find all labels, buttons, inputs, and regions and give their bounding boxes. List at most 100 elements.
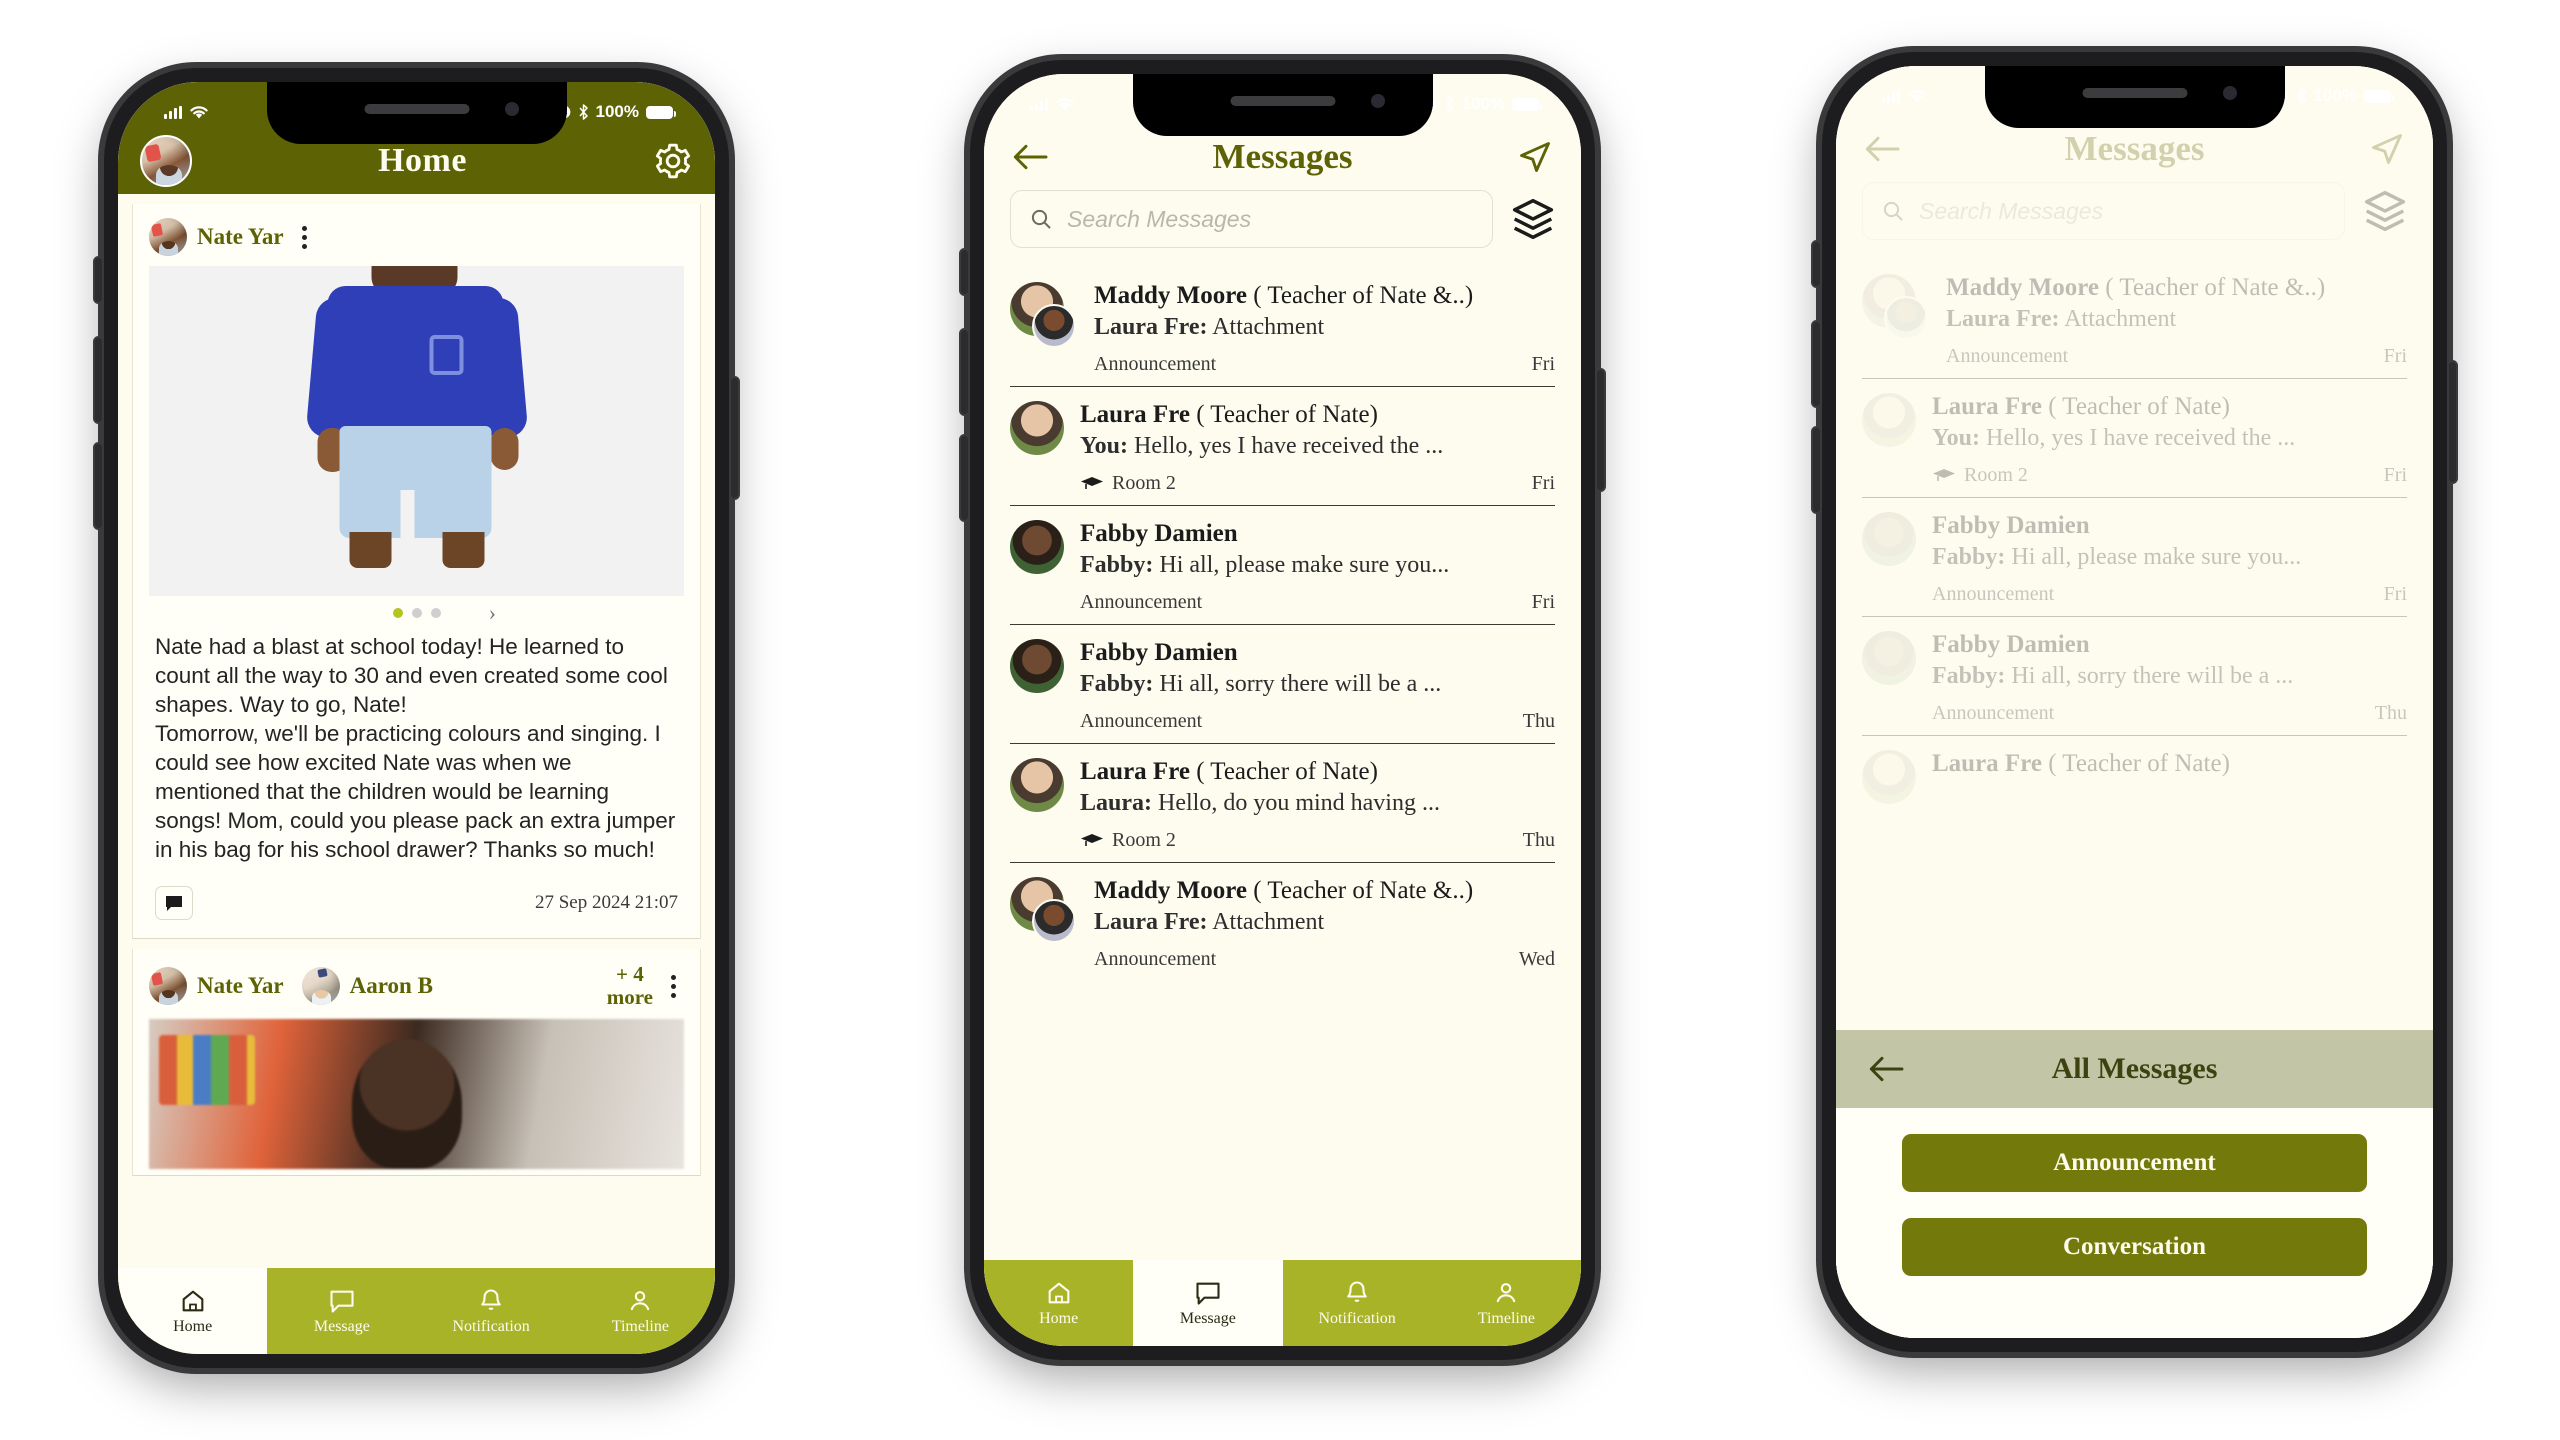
carousel-dot-1[interactable] xyxy=(392,608,403,618)
nav-label-message: Message xyxy=(1179,1309,1236,1327)
filter-announcement-button[interactable]: Announcement xyxy=(1902,1134,2367,1192)
carousel-dot-2[interactable] xyxy=(411,608,422,618)
notch xyxy=(266,82,567,144)
search-row: Search Messages xyxy=(984,186,1581,268)
phone-1: 100% Home Nate Yar › Nate had a blast at… xyxy=(95,68,738,1368)
message-row[interactable]: Maddy Moore ( Teacher of Nate &..) Laura… xyxy=(1010,863,1555,981)
avatar xyxy=(1010,758,1064,812)
more-authors-label[interactable]: + 4 more xyxy=(607,962,653,1009)
filter-conversation-button[interactable]: Conversation xyxy=(1902,1218,2367,1276)
carousel-dot-3[interactable] xyxy=(430,608,441,618)
message-preview-sender: Fabby: xyxy=(1080,671,1154,697)
nav-item-home[interactable]: Home xyxy=(118,1268,268,1354)
gear-icon[interactable] xyxy=(653,141,693,181)
message-preview-text: Hi all, sorry there will be a ... xyxy=(1153,671,1442,697)
message-row[interactable]: Laura Fre ( Teacher of Nate) Laura: Hell… xyxy=(1010,744,1555,863)
message-preview-sender: Fabby: xyxy=(1080,552,1154,578)
mute-switch[interactable] xyxy=(1813,242,1820,286)
avatar[interactable] xyxy=(140,135,192,187)
message-time: Thu xyxy=(1522,829,1555,851)
nav-item-notification[interactable]: Notification xyxy=(1283,1260,1432,1346)
sheet-options: Announcement Conversation xyxy=(1836,1108,2433,1286)
message-tag: Room 2 xyxy=(1112,829,1176,851)
volume-up-button[interactable] xyxy=(1813,322,1820,406)
nav-item-timeline[interactable]: Timeline xyxy=(566,1268,715,1354)
nav-item-home[interactable]: Home xyxy=(984,1260,1133,1346)
volume-down-button[interactable] xyxy=(95,444,102,528)
post-image[interactable] xyxy=(149,266,684,596)
author-avatar[interactable] xyxy=(149,218,187,256)
layers-filter-icon[interactable] xyxy=(1511,197,1555,241)
message-sender-name: Fabby Damien xyxy=(1080,639,1238,666)
message-sender-role: ( Teacher of Nate) xyxy=(1196,401,1378,428)
post-photo-content xyxy=(304,266,529,596)
avatar xyxy=(1010,877,1076,943)
message-sender-name: Laura Fre xyxy=(1080,401,1190,428)
volume-up-button[interactable] xyxy=(95,338,102,422)
volume-up-button[interactable] xyxy=(961,330,968,414)
wifi-icon xyxy=(1908,89,1926,102)
post-image[interactable] xyxy=(149,1019,684,1170)
search-placeholder: Search Messages xyxy=(1067,205,1252,232)
message-row[interactable]: Fabby Damien Fabby: Hi all, please make … xyxy=(1010,506,1555,625)
author-avatar[interactable] xyxy=(149,967,187,1006)
volume-down-button[interactable] xyxy=(1813,428,1820,512)
phone-3: 100% Messages Search Messages xyxy=(1813,52,2456,1352)
message-preview-text: Attachment xyxy=(1207,909,1325,935)
back-arrow-icon[interactable] xyxy=(1866,1054,1906,1084)
message-preview-text: Attachment xyxy=(1207,314,1325,340)
post-card: Nate Yar › Nate had a blast at school to… xyxy=(132,204,701,939)
nav-label-timeline: Timeline xyxy=(1477,1309,1535,1327)
phone-2: 100% Messages Search Messages Maddy Moor… xyxy=(961,60,1604,1360)
message-row[interactable]: Laura Fre ( Teacher of Nate) You: Hello,… xyxy=(1010,387,1555,506)
home-feed[interactable]: Nate Yar › Nate had a blast at school to… xyxy=(118,194,715,1268)
power-button[interactable] xyxy=(2449,362,2456,482)
post-menu-button[interactable] xyxy=(294,222,315,253)
notch xyxy=(1984,66,2285,128)
search-icon xyxy=(1031,209,1051,229)
graduation-cap-icon xyxy=(1081,833,1103,846)
message-tag: Announcement xyxy=(1080,710,1203,732)
mute-switch[interactable] xyxy=(961,250,968,294)
message-list[interactable]: Maddy Moore ( Teacher of Nate &..) Laura… xyxy=(984,268,1581,1260)
post-timestamp: 27 Sep 2024 21:07 xyxy=(534,892,678,913)
carousel-indicator[interactable]: › xyxy=(133,596,700,626)
all-messages-filter-sheet: All Messages Announcement Conversation xyxy=(1836,1030,2433,1338)
message-sender-role: ( Teacher of Nate &..) xyxy=(1253,282,1474,309)
comment-icon[interactable] xyxy=(155,886,193,920)
mute-switch[interactable] xyxy=(95,258,102,302)
avatar xyxy=(1010,520,1064,574)
nav-label-home: Home xyxy=(173,1317,213,1335)
graduation-cap-icon xyxy=(1081,476,1103,489)
send-icon[interactable] xyxy=(1515,139,1555,175)
message-row[interactable]: Fabby Damien Fabby: Hi all, sorry there … xyxy=(1010,625,1555,744)
author-avatar-2[interactable] xyxy=(301,967,340,1006)
message-tag: Announcement xyxy=(1080,591,1203,613)
nav-item-timeline[interactable]: Timeline xyxy=(1432,1260,1581,1346)
power-button[interactable] xyxy=(731,378,738,498)
message-sender-name: Maddy Moore xyxy=(1094,877,1247,904)
search-input[interactable]: Search Messages xyxy=(1010,190,1493,248)
nav-item-message[interactable]: Message xyxy=(267,1268,416,1354)
message-row[interactable]: Maddy Moore ( Teacher of Nate &..) Laura… xyxy=(1010,268,1555,387)
power-button[interactable] xyxy=(1597,370,1604,490)
bottom-nav-1: Home Message Notification Timeline xyxy=(118,1268,715,1354)
battery-percent-label: 100% xyxy=(595,102,639,121)
phone-3-screen: 100% Messages Search Messages xyxy=(1836,66,2433,1338)
message-time: Fri xyxy=(1531,591,1555,613)
nav-label-notification: Notification xyxy=(1318,1309,1396,1327)
nav-item-notification[interactable]: Notification xyxy=(417,1268,566,1354)
post-menu-button[interactable] xyxy=(663,971,684,1002)
avatar xyxy=(1010,639,1064,693)
post-body-text: Nate had a blast at school today! He lea… xyxy=(155,634,676,862)
signal-bars-icon xyxy=(1882,89,1900,103)
back-arrow-icon[interactable] xyxy=(1010,142,1050,172)
message-preview-sender: You: xyxy=(1080,433,1129,459)
volume-down-button[interactable] xyxy=(961,436,968,520)
message-time: Fri xyxy=(1531,472,1555,494)
front-camera xyxy=(504,102,519,116)
nav-label-message: Message xyxy=(313,1317,370,1335)
front-camera xyxy=(1370,94,1385,108)
nav-item-message[interactable]: Message xyxy=(1133,1260,1283,1346)
chevron-right-icon[interactable]: › xyxy=(489,602,496,624)
